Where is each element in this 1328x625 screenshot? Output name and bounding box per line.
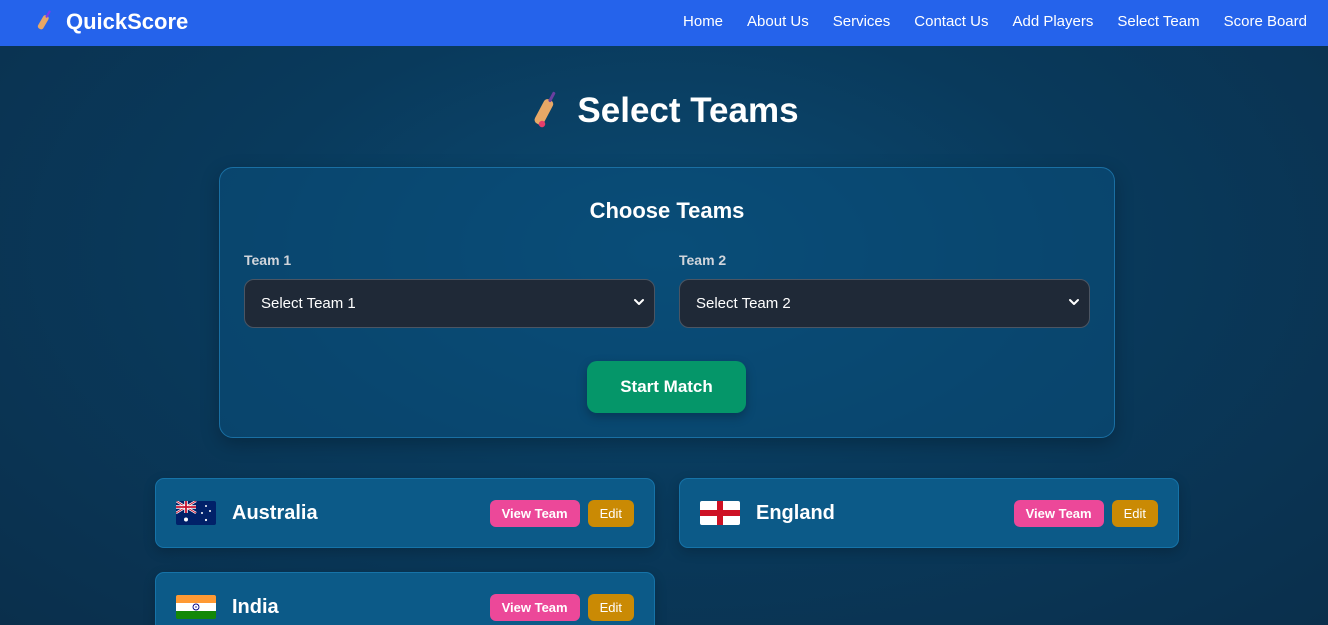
- start-match-button[interactable]: Start Match: [587, 361, 746, 413]
- team2-select[interactable]: Select Team 2: [679, 279, 1090, 328]
- cricket-bat-icon: [529, 88, 563, 133]
- page-title: Select Teams: [577, 90, 799, 130]
- nav-select-team[interactable]: Select Team: [1117, 13, 1199, 30]
- nav-home[interactable]: Home: [683, 13, 723, 30]
- team-name: India: [232, 595, 279, 618]
- view-team-button[interactable]: View Team: [489, 593, 580, 621]
- team-name: Australia: [232, 501, 318, 524]
- cricket-bat-icon: [32, 9, 56, 38]
- page-title-row: Select Teams: [0, 88, 1328, 133]
- view-team-button[interactable]: View Team: [489, 499, 580, 527]
- team2-label: Team 2: [679, 252, 727, 268]
- team-card-australia: Australia View Team Edit: [155, 478, 655, 548]
- team1-select[interactable]: Select Team 1: [244, 279, 655, 328]
- choose-teams-card: Choose Teams Team 1 Select Team 1 Team 2…: [219, 167, 1115, 438]
- team2-selected-value: Select Team 2: [696, 295, 791, 312]
- choose-teams-title: Choose Teams: [589, 198, 745, 223]
- nav-contact-us[interactable]: Contact Us: [914, 13, 988, 30]
- nav-links: Home About Us Services Contact Us Add Pl…: [683, 13, 1307, 30]
- team1-selected-value: Select Team 1: [261, 295, 356, 312]
- team-card-india: India View Team Edit: [155, 572, 655, 625]
- nav-services[interactable]: Services: [833, 13, 891, 30]
- team1-label: Team 1: [244, 252, 292, 268]
- brand-name: QuickScore: [66, 9, 189, 34]
- navbar: QuickScore Home About Us Services Contac…: [0, 0, 1328, 46]
- team-card-england: England View Team Edit: [679, 478, 1179, 548]
- nav-add-players[interactable]: Add Players: [1012, 13, 1093, 30]
- chevron-down-icon: [1067, 295, 1081, 313]
- edit-team-button[interactable]: Edit: [587, 499, 634, 527]
- nav-score-board[interactable]: Score Board: [1224, 13, 1307, 30]
- view-team-button[interactable]: View Team: [1013, 499, 1104, 527]
- edit-team-button[interactable]: Edit: [587, 593, 634, 621]
- england-flag-icon: [700, 501, 740, 525]
- australia-flag-icon: [176, 501, 216, 525]
- nav-about-us[interactable]: About Us: [747, 13, 809, 30]
- team2-field: Team 2 Select Team 2: [679, 252, 1090, 328]
- brand[interactable]: QuickScore: [32, 9, 188, 38]
- chevron-down-icon: [632, 295, 646, 313]
- team1-field: Team 1 Select Team 1: [244, 252, 655, 328]
- india-flag-icon: [176, 595, 216, 619]
- edit-team-button[interactable]: Edit: [1111, 499, 1158, 527]
- team-name: England: [756, 501, 835, 524]
